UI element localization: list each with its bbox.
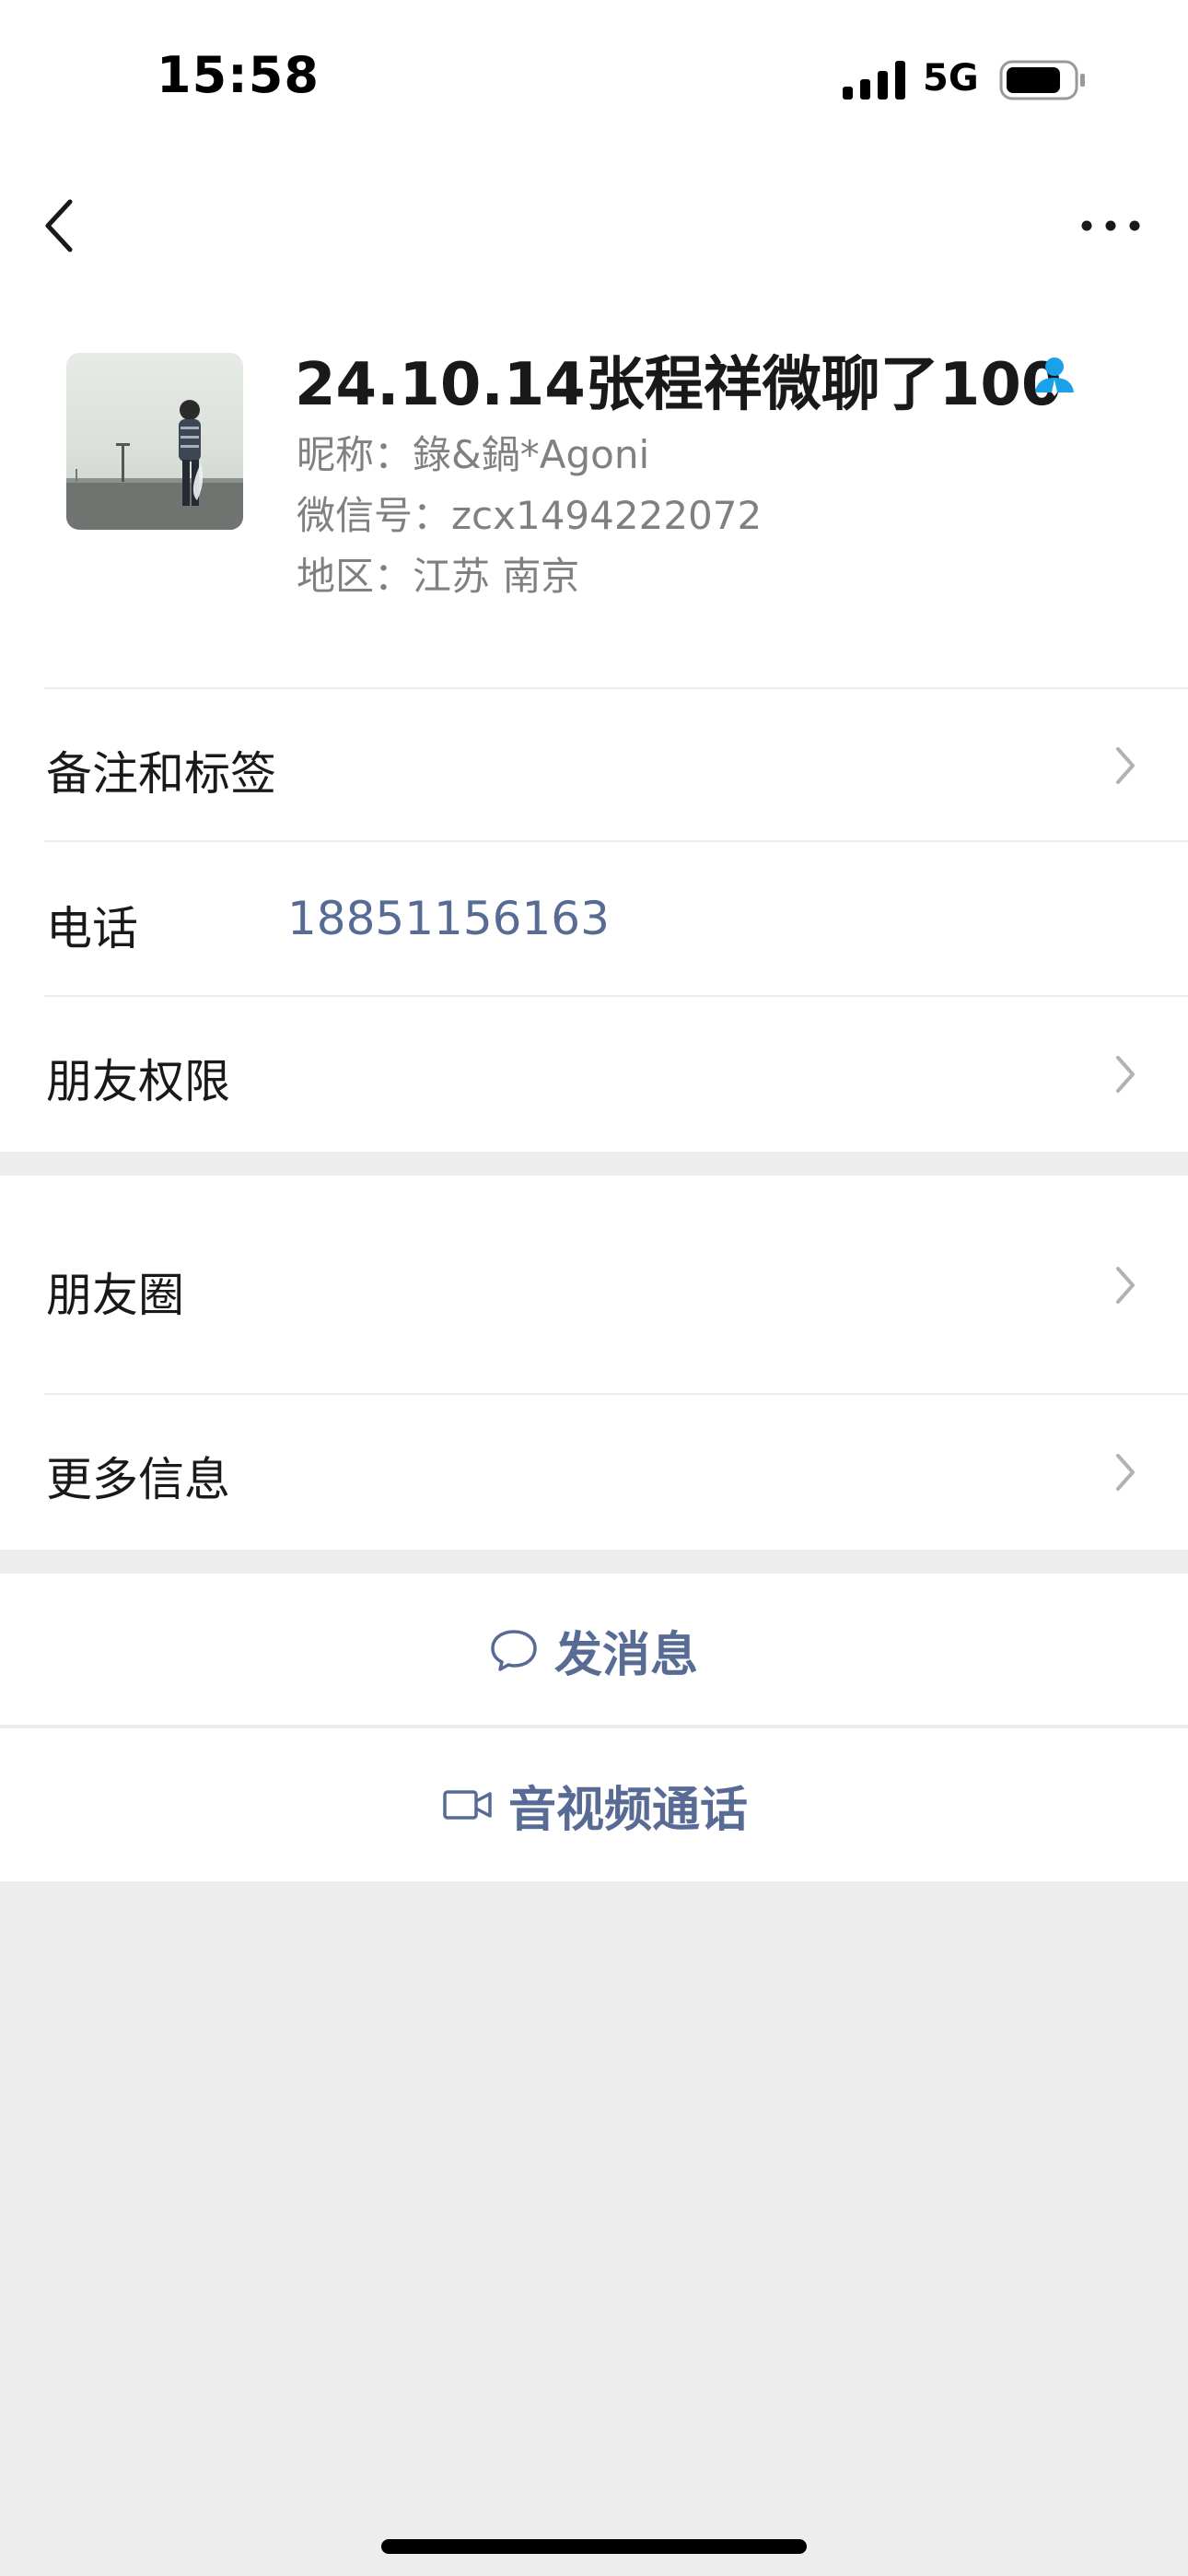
wechat-id-text: 微信号：zcx1494222072 xyxy=(297,493,763,538)
back-icon[interactable] xyxy=(37,180,83,272)
home-indicator[interactable] xyxy=(381,2539,807,2554)
friend-permissions-label: 朋友权限 xyxy=(46,1055,230,1108)
status-bar: 15:58 5G xyxy=(0,0,1188,157)
profile-header: 24.10.14张程祥微聊了100 昵称：錄&鍋*Agoni 微信号：zcx14… xyxy=(0,295,1188,689)
profile-name[interactable]: 24.10.14张程祥微聊了100 xyxy=(295,337,1062,422)
video-call-button[interactable]: 音视频通话 xyxy=(0,1728,1188,1881)
send-message-label: 发消息 xyxy=(554,1627,699,1683)
chat-bubble-icon xyxy=(491,1630,537,1671)
moments-row[interactable]: 朋友圈 xyxy=(0,1176,1188,1395)
chevron-right-icon xyxy=(1116,1056,1135,1093)
chevron-right-icon xyxy=(1116,747,1135,784)
chevron-right-icon xyxy=(1116,1454,1135,1491)
remark-tags-row[interactable]: 备注和标签 xyxy=(0,689,1188,842)
nav-bar xyxy=(0,157,1188,295)
status-time: 15:58 xyxy=(157,46,320,104)
more-info-label: 更多信息 xyxy=(46,1453,230,1506)
send-message-content: 发消息 xyxy=(488,1574,698,1727)
chevron-right-icon xyxy=(1116,1267,1135,1304)
nickname-text: 昵称：錄&鍋*Agoni xyxy=(297,432,650,477)
region-text: 地区：江苏 南京 xyxy=(297,554,580,599)
battery-icon xyxy=(999,60,1085,100)
remark-tags-label: 备注和标签 xyxy=(46,747,276,801)
phone-label: 电话 xyxy=(46,902,138,955)
network-label: 5G xyxy=(923,57,979,100)
signal-icon xyxy=(843,61,905,100)
send-message-button[interactable]: 发消息 xyxy=(0,1574,1188,1727)
more-icon[interactable] xyxy=(1077,207,1144,244)
friend-permissions-row[interactable]: 朋友权限 xyxy=(0,997,1188,1152)
video-call-label: 音视频通话 xyxy=(508,1782,749,1838)
video-camera-icon xyxy=(443,1790,492,1820)
video-call-content: 音视频通话 xyxy=(442,1728,748,1881)
avatar[interactable] xyxy=(66,353,243,530)
phone-number-link[interactable]: 18851156163 xyxy=(287,892,610,945)
contact-profile-screen: 15:58 5G 24.10.14张程祥微聊了100 昵称：錄&鍋*Agoni … xyxy=(0,0,1188,2576)
more-info-row[interactable]: 更多信息 xyxy=(0,1395,1188,1550)
phone-row: 电话 18851156163 xyxy=(0,842,1188,997)
moments-label: 朋友圈 xyxy=(46,1269,184,1322)
contact-person-icon xyxy=(1035,357,1074,396)
divider xyxy=(0,1725,1188,1727)
